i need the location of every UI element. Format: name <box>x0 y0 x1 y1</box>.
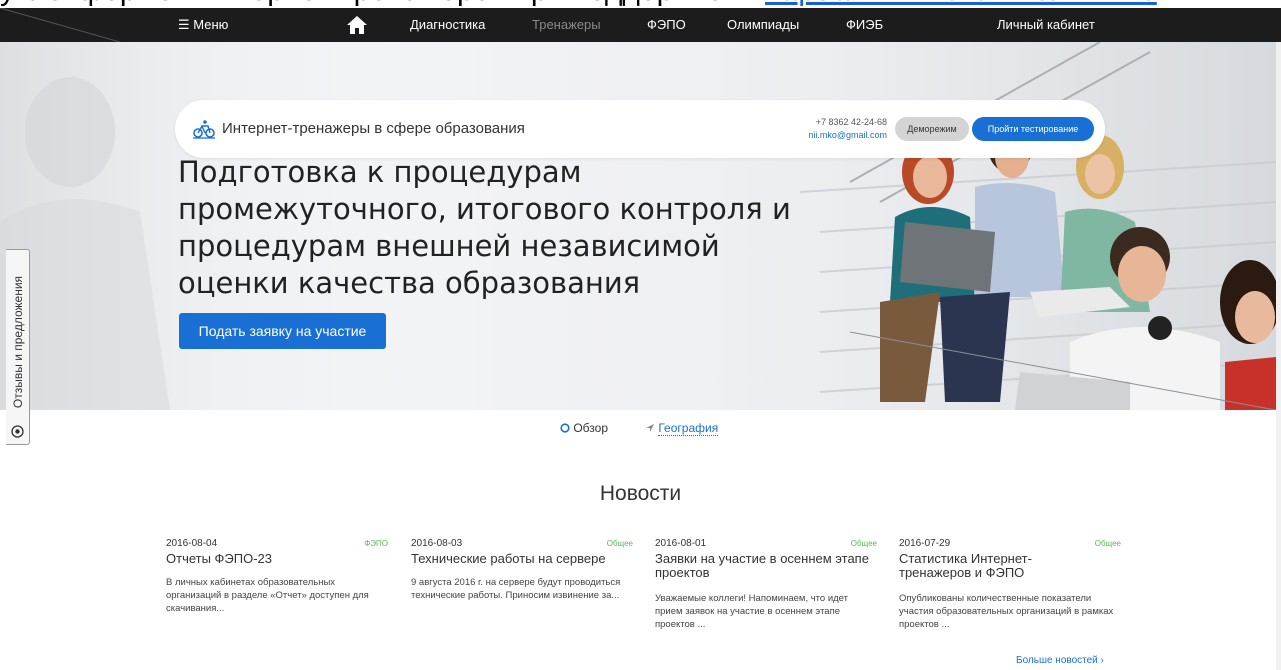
news-category: Общее <box>606 539 633 548</box>
news-category: Общее <box>850 539 877 548</box>
menu-button[interactable]: ☰ Меню <box>178 17 228 33</box>
more-news-link[interactable]: Больше новостей › <box>1016 655 1104 666</box>
header-info-bar: Интернет-тренажеры в сфере образования +… <box>175 100 1105 158</box>
top-strip-link[interactable]: https://www.i-exam.ru/nii-mko <box>765 0 1157 8</box>
site-title[interactable]: Интернет-тренажеры в сфере образования <box>222 120 525 137</box>
news-date: 2016-07-29 <box>899 538 951 549</box>
tab-geography-label: География <box>658 421 719 436</box>
tab-overview-label: Обзор <box>573 421 609 435</box>
nav-fepo[interactable]: ФЭПО <box>647 17 686 32</box>
news-text: Уважаемые коллеги! Напоминаем, что идет … <box>655 593 849 630</box>
contact-email[interactable]: nii.mko@gmail.com <box>808 130 887 140</box>
tab-geography[interactable]: География <box>645 421 719 436</box>
news-category: Общее <box>1094 539 1121 548</box>
news-title[interactable]: Заявки на участие в осеннем этапе проект… <box>655 552 877 580</box>
home-icon <box>347 16 367 34</box>
bicycle-logo-icon[interactable] <box>193 119 215 139</box>
news-text: 9 августа 2016 г. на сервере будут прово… <box>411 577 621 601</box>
take-test-button[interactable]: Пройти тестирование <box>972 117 1094 141</box>
feedback-label: Отзывы и предложения <box>10 275 25 409</box>
news-date: 2016-08-01 <box>655 538 707 549</box>
news-title[interactable]: Технические работы на сервере <box>411 552 633 566</box>
apply-button[interactable]: Подать заявку на участие <box>179 313 386 349</box>
news-category: ФЭПО <box>364 539 388 548</box>
nav-trainers[interactable]: Тренажеры <box>532 17 601 32</box>
demo-mode-button[interactable]: Деморежим <box>895 117 969 141</box>
news-title[interactable]: Отчеты ФЭПО-23 <box>166 552 388 566</box>
nav-diagnostics[interactable]: Диагностика <box>410 17 485 32</box>
news-title[interactable]: Статистика Интернет-тренажеров и ФЭПО <box>899 552 1059 580</box>
news-date: 2016-08-03 <box>411 538 463 549</box>
top-strip: уплатформой Интернет-тренажеров при подд… <box>0 0 1281 8</box>
nav-personal-cabinet[interactable]: Личный кабинет <box>997 17 1095 32</box>
tab-overview[interactable]: Обзор <box>560 421 608 435</box>
nav-olympiads[interactable]: Олимпиады <box>727 17 799 32</box>
decorative-corner-line <box>0 8 120 42</box>
location-arrow-icon <box>646 424 654 432</box>
nav-fieb[interactable]: ФИЭБ <box>846 17 883 32</box>
news-heading: Новости <box>599 482 682 505</box>
news-date: 2016-08-04 <box>166 538 218 549</box>
feedback-tab[interactable]: Отзывы и предложения <box>6 249 30 445</box>
top-strip-text: уплатформой Интернет-тренажеров при подд… <box>0 0 724 8</box>
news-text: Опубликованы количественные показатели у… <box>899 593 1114 630</box>
news-text: В личных кабинетах образовательных орган… <box>166 577 369 614</box>
hero-headline: Подготовка к процедурам промежуточного, … <box>178 155 791 300</box>
contact-phone: +7 8362 42-24-68 <box>815 117 887 127</box>
top-navbar: ☰ Меню Диагностика Тренажеры ФЭПО Олимпи… <box>0 8 1281 42</box>
hero-section: Интернет-тренажеры в сфере образования +… <box>0 42 1276 410</box>
circle-icon <box>560 423 570 433</box>
comment-icon <box>11 425 24 438</box>
home-link[interactable] <box>346 15 368 35</box>
vertical-scrollbar[interactable] <box>1276 42 1281 670</box>
